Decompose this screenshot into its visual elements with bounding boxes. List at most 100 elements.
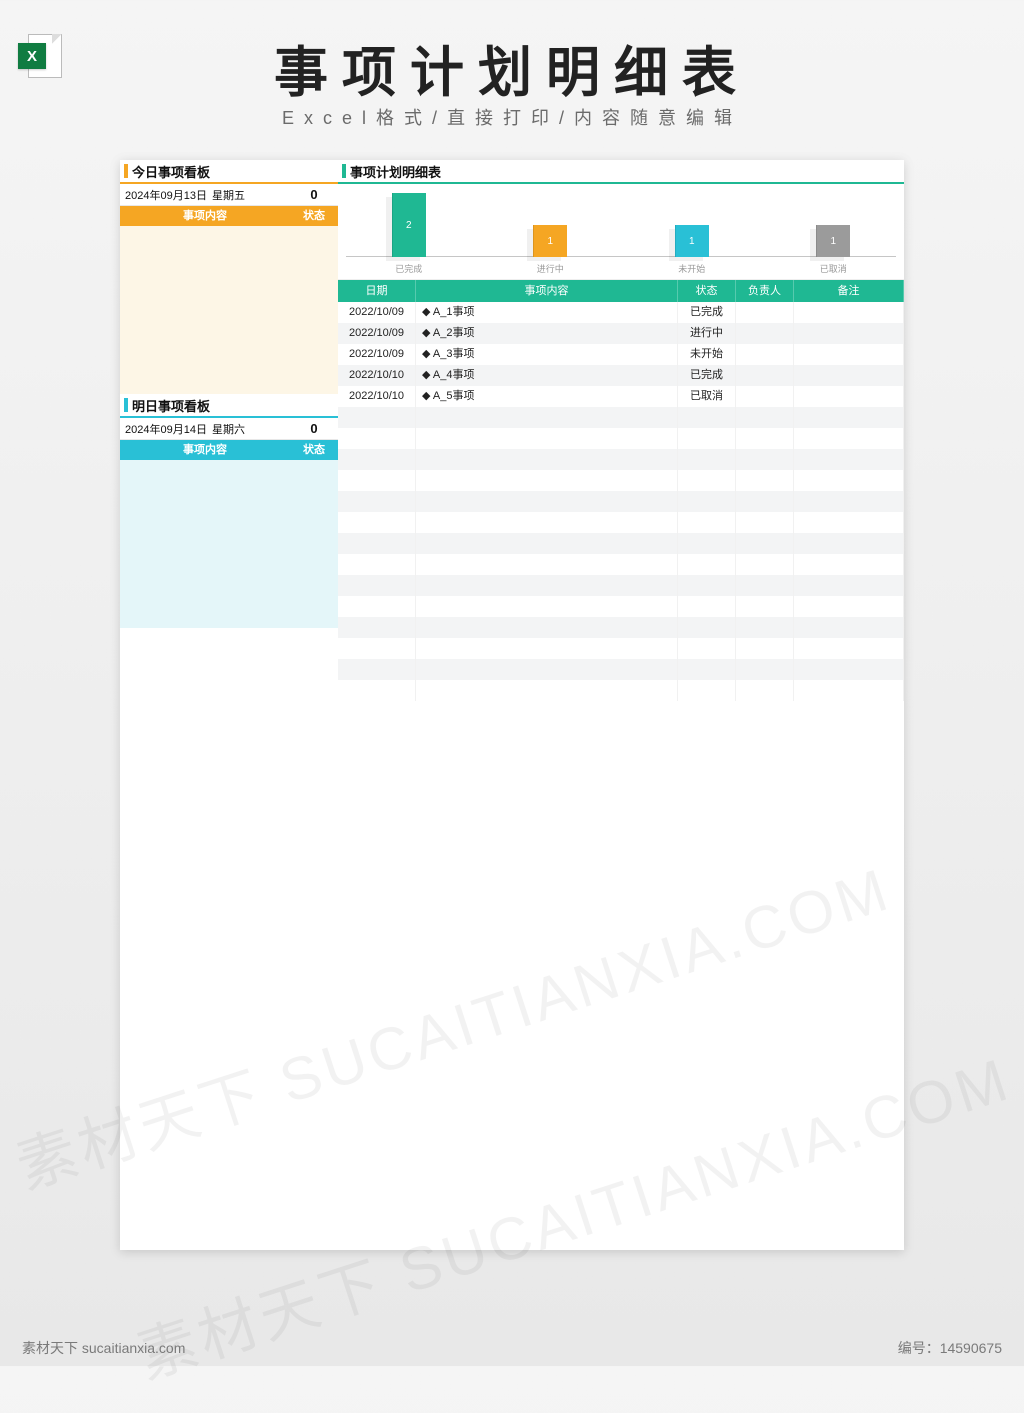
cell-date (338, 638, 416, 659)
table-row[interactable] (338, 407, 904, 428)
cell-note (794, 554, 904, 575)
table-row[interactable] (338, 449, 904, 470)
cell-content (416, 554, 678, 575)
chart-category-label: 已完成 (338, 262, 480, 275)
cell-date (338, 596, 416, 617)
cell-date (338, 491, 416, 512)
today-hdr-content: 事项内容 (120, 206, 290, 226)
chart-category-label: 已取消 (763, 262, 905, 275)
tomorrow-count: 0 (290, 421, 338, 436)
table-row[interactable] (338, 638, 904, 659)
cell-content (416, 428, 678, 449)
cell-note (794, 617, 904, 638)
table-row[interactable] (338, 428, 904, 449)
table-row[interactable] (338, 680, 904, 701)
accent-bar-icon (124, 164, 128, 178)
right-column: 事项计划明细表 2111 已完成进行中未开始已取消 日期 事项内容 状态 负责人… (338, 160, 904, 1250)
today-panel-title: 今日事项看板 (120, 160, 338, 184)
grid-body: 2022/10/09◆ A_1事项已完成2022/10/09◆ A_2事项进行中… (338, 302, 904, 701)
cell-date: 2022/10/10 (338, 386, 416, 407)
cell-note (794, 659, 904, 680)
table-row[interactable] (338, 659, 904, 680)
cell-date (338, 659, 416, 680)
cell-owner (736, 512, 794, 533)
main-title-text: 事项计划明细表 (350, 162, 441, 181)
today-count: 0 (290, 187, 338, 202)
cell-note (794, 575, 904, 596)
cell-date (338, 554, 416, 575)
cell-note (794, 428, 904, 449)
cell-content (416, 659, 678, 680)
cell-date: 2022/10/10 (338, 365, 416, 386)
table-row[interactable] (338, 491, 904, 512)
cell-note (794, 386, 904, 407)
cell-content (416, 491, 678, 512)
grid-hdr-status: 状态 (678, 280, 736, 302)
cell-date (338, 575, 416, 596)
chart-category-label: 未开始 (621, 262, 763, 275)
cell-content (416, 533, 678, 554)
status-chart: 2111 已完成进行中未开始已取消 (338, 184, 904, 280)
cell-content (416, 449, 678, 470)
cell-status: 进行中 (678, 323, 736, 344)
table-row[interactable]: 2022/10/09◆ A_2事项进行中 (338, 323, 904, 344)
tomorrow-panel-title: 明日事项看板 (120, 394, 338, 418)
cell-owner (736, 491, 794, 512)
table-row[interactable]: 2022/10/09◆ A_3事项未开始 (338, 344, 904, 365)
cell-note (794, 596, 904, 617)
cell-status (678, 554, 736, 575)
today-date: 2024年09月13日 (120, 187, 212, 203)
cell-note (794, 365, 904, 386)
table-row[interactable] (338, 617, 904, 638)
accent-bar-icon (342, 164, 346, 178)
cell-owner (736, 323, 794, 344)
chart-bar: 1 (816, 225, 850, 257)
today-hdr-status: 状态 (290, 206, 338, 226)
table-row[interactable] (338, 554, 904, 575)
cell-status (678, 407, 736, 428)
table-row[interactable] (338, 596, 904, 617)
cell-content: ◆ A_3事项 (416, 344, 678, 365)
footer-site: 素材天下 sucaitianxia.com (22, 1338, 185, 1358)
table-row[interactable]: 2022/10/10◆ A_4事项已完成 (338, 365, 904, 386)
table-row[interactable] (338, 470, 904, 491)
grid-hdr-owner: 负责人 (736, 280, 794, 302)
cell-owner (736, 638, 794, 659)
cell-owner (736, 470, 794, 491)
cell-date (338, 407, 416, 428)
cell-note (794, 512, 904, 533)
tomorrow-weekday: 星期六 (212, 421, 290, 437)
table-row[interactable]: 2022/10/09◆ A_1事项已完成 (338, 302, 904, 323)
tomorrow-date-row: 2024年09月14日 星期六 0 (120, 418, 338, 440)
tomorrow-body (120, 460, 338, 628)
template-sheet: 今日事项看板 2024年09月13日 星期五 0 事项内容 状态 明日事项看板 (120, 160, 904, 1250)
cell-content (416, 638, 678, 659)
cell-status: 已完成 (678, 365, 736, 386)
cell-status (678, 617, 736, 638)
cell-content: ◆ A_1事项 (416, 302, 678, 323)
chart-bar: 2 (392, 193, 426, 257)
table-row[interactable] (338, 512, 904, 533)
cell-owner (736, 386, 794, 407)
today-weekday: 星期五 (212, 187, 290, 203)
table-row[interactable]: 2022/10/10◆ A_5事项已取消 (338, 386, 904, 407)
cell-owner (736, 533, 794, 554)
cell-date (338, 449, 416, 470)
cell-date (338, 428, 416, 449)
cell-status: 已完成 (678, 302, 736, 323)
cell-owner (736, 554, 794, 575)
cell-status (678, 428, 736, 449)
main-panel-title: 事项计划明细表 (338, 160, 904, 184)
cell-status: 未开始 (678, 344, 736, 365)
cell-note (794, 323, 904, 344)
table-row[interactable] (338, 533, 904, 554)
today-date-row: 2024年09月13日 星期五 0 (120, 184, 338, 206)
cell-status (678, 512, 736, 533)
cell-date: 2022/10/09 (338, 302, 416, 323)
table-row[interactable] (338, 575, 904, 596)
cell-status (678, 659, 736, 680)
cell-content (416, 512, 678, 533)
tomorrow-date: 2024年09月14日 (120, 421, 212, 437)
tomorrow-hdr-status: 状态 (290, 440, 338, 460)
cell-status (678, 491, 736, 512)
